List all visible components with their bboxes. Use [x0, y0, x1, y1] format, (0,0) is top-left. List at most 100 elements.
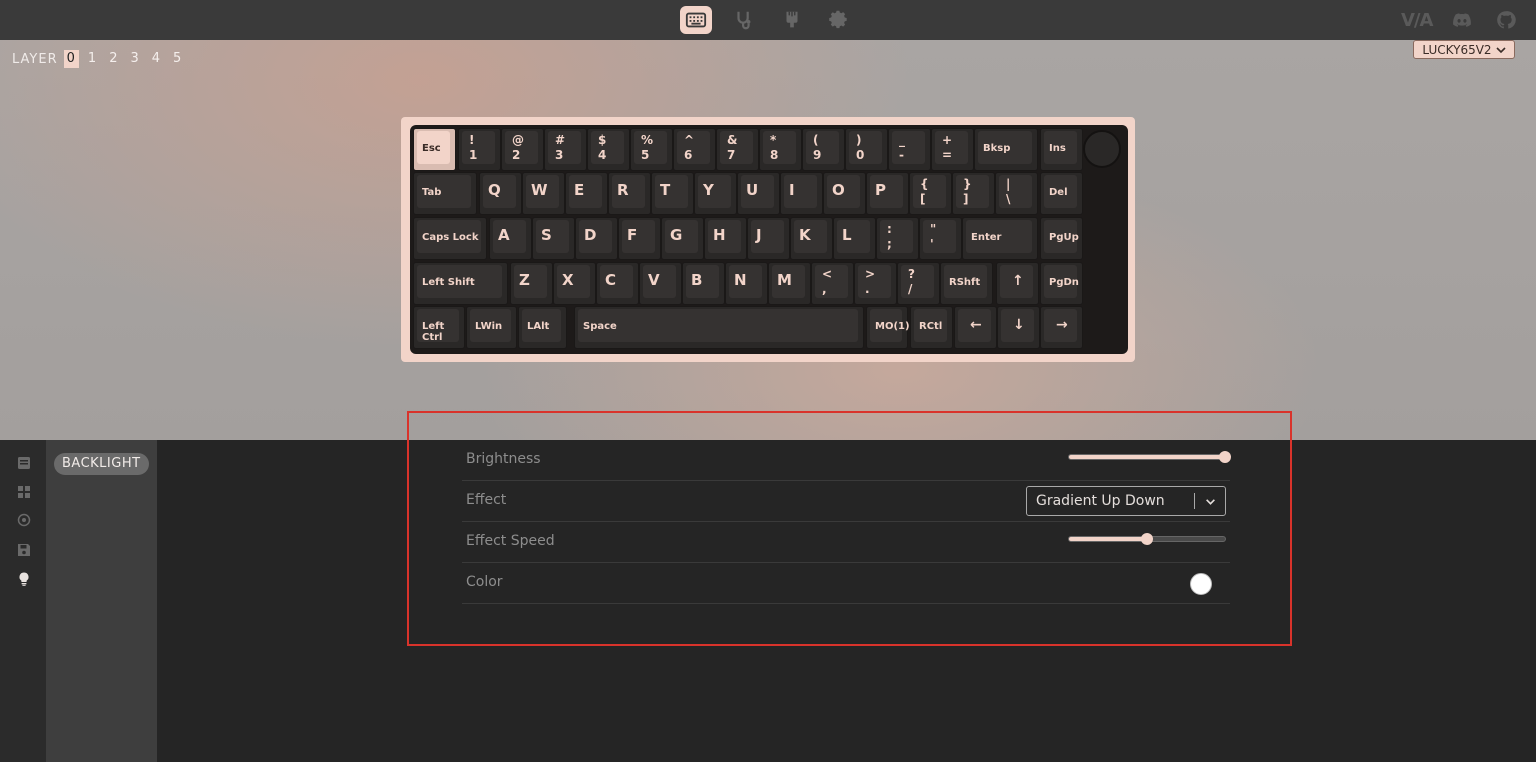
- key-up[interactable]: ↑: [996, 262, 1039, 305]
- key-o[interactable]: O: [823, 172, 866, 215]
- keymap-icon[interactable]: [16, 455, 31, 470]
- key-z[interactable]: Z: [510, 262, 553, 305]
- lighting-icon[interactable]: [16, 571, 31, 586]
- key-q[interactable]: Q: [479, 172, 522, 215]
- color-picker-swatch[interactable]: [1190, 573, 1212, 595]
- tab-backlight[interactable]: BACKLIGHT: [54, 453, 149, 475]
- save-load-icon[interactable]: [16, 542, 31, 557]
- layer-2-button[interactable]: 2: [106, 50, 121, 68]
- key-rshift[interactable]: RShft: [940, 262, 993, 305]
- key-rbracket[interactable]: }]: [952, 172, 995, 215]
- device-dropdown[interactable]: LUCKY65V2: [1413, 40, 1515, 59]
- key-slash[interactable]: ? /: [897, 262, 940, 305]
- key-equal[interactable]: + =: [931, 128, 974, 171]
- key-enter[interactable]: Enter: [962, 217, 1038, 260]
- key-semicolon[interactable]: :;: [876, 217, 919, 260]
- key-left[interactable]: ←: [954, 306, 997, 349]
- key-x[interactable]: X: [553, 262, 596, 305]
- via-logo[interactable]: V/A: [1401, 8, 1433, 32]
- key-p[interactable]: P: [866, 172, 909, 215]
- key-down[interactable]: ↓: [997, 306, 1040, 349]
- keycap: Bksp: [978, 131, 1032, 164]
- keycap: ↑: [1000, 265, 1033, 298]
- key-w[interactable]: W: [522, 172, 565, 215]
- key-del[interactable]: Del: [1040, 172, 1083, 215]
- key-y[interactable]: Y: [694, 172, 737, 215]
- key-label: R: [617, 181, 629, 199]
- key-l[interactable]: L: [833, 217, 876, 260]
- key-right[interactable]: →: [1040, 306, 1083, 349]
- key-5[interactable]: % 5: [630, 128, 673, 171]
- keycap: ? /: [901, 265, 934, 298]
- key-minus[interactable]: _ -: [888, 128, 931, 171]
- key-7[interactable]: & 7: [716, 128, 759, 171]
- effect-speed-slider[interactable]: [1068, 533, 1226, 545]
- layer-1-button[interactable]: 1: [85, 50, 100, 68]
- key-mo1[interactable]: MO(1): [866, 306, 910, 349]
- key-bksp[interactable]: Bksp: [974, 128, 1038, 171]
- key-e[interactable]: E: [565, 172, 608, 215]
- key-u[interactable]: U: [737, 172, 780, 215]
- key-4[interactable]: $4: [587, 128, 630, 171]
- github-icon[interactable]: [1495, 8, 1517, 32]
- layer-0-button[interactable]: 0: [63, 50, 79, 68]
- key-8[interactable]: * 8: [759, 128, 802, 171]
- key-esc[interactable]: Esc: [413, 128, 456, 171]
- effect-speed-slider-thumb[interactable]: [1141, 533, 1153, 545]
- key-tab[interactable]: Tab: [413, 172, 477, 215]
- key-lshift[interactable]: Left Shift: [413, 262, 508, 305]
- key-j[interactable]: J: [747, 217, 790, 260]
- key-backslash[interactable]: | \: [995, 172, 1038, 215]
- key-n[interactable]: N: [725, 262, 768, 305]
- key-i[interactable]: I: [780, 172, 823, 215]
- layer-3-button[interactable]: 3: [127, 50, 142, 68]
- discord-icon[interactable]: [1450, 8, 1474, 32]
- key-lbracket[interactable]: {[: [909, 172, 952, 215]
- design-icon[interactable]: [776, 6, 808, 34]
- key-c[interactable]: C: [596, 262, 639, 305]
- key-6[interactable]: ^ 6: [673, 128, 716, 171]
- key-a[interactable]: A: [489, 217, 532, 260]
- key-k[interactable]: K: [790, 217, 833, 260]
- layer-4-button[interactable]: 4: [149, 50, 164, 68]
- brightness-slider[interactable]: [1068, 451, 1231, 463]
- key-pgdn[interactable]: PgDn: [1040, 262, 1083, 305]
- brightness-slider-thumb[interactable]: [1219, 451, 1231, 463]
- key-g[interactable]: G: [661, 217, 704, 260]
- key-period[interactable]: >.: [854, 262, 897, 305]
- key-pgup[interactable]: PgUp: [1040, 217, 1083, 260]
- keycap: R: [612, 175, 645, 208]
- keyboard-configure-icon[interactable]: [680, 6, 712, 34]
- key-h[interactable]: H: [704, 217, 747, 260]
- key-tester-icon[interactable]: [728, 6, 760, 34]
- effect-dropdown[interactable]: Gradient Up Down: [1026, 486, 1226, 516]
- key-comma[interactable]: <,: [811, 262, 854, 305]
- key-b[interactable]: B: [682, 262, 725, 305]
- key-caps[interactable]: Caps Lock: [413, 217, 487, 260]
- key-label: Del: [1049, 187, 1068, 198]
- layer-5-button[interactable]: 5: [170, 50, 185, 68]
- key-space[interactable]: Space: [574, 306, 864, 349]
- key-m[interactable]: M: [768, 262, 811, 305]
- key-s[interactable]: S: [532, 217, 575, 260]
- key-1[interactable]: ! 1: [458, 128, 501, 171]
- key-rctl[interactable]: RCtl: [910, 306, 953, 349]
- key-9[interactable]: (9: [802, 128, 845, 171]
- settings-gear-icon[interactable]: [823, 6, 855, 34]
- key-3[interactable]: #3: [544, 128, 587, 171]
- key-ins[interactable]: Ins: [1040, 128, 1083, 171]
- key-0[interactable]: ) 0: [845, 128, 888, 171]
- key-v[interactable]: V: [639, 262, 682, 305]
- key-f[interactable]: F: [618, 217, 661, 260]
- key-2[interactable]: @2: [501, 128, 544, 171]
- key-t[interactable]: T: [651, 172, 694, 215]
- rotary-knob[interactable]: [1083, 130, 1121, 168]
- layouts-icon[interactable]: [16, 512, 31, 527]
- key-d[interactable]: D: [575, 217, 618, 260]
- key-lctrl[interactable]: Left Ctrl: [413, 306, 465, 349]
- key-lalt[interactable]: LAlt: [518, 306, 567, 349]
- key-r[interactable]: R: [608, 172, 651, 215]
- key-lwin[interactable]: LWin: [466, 306, 517, 349]
- macros-icon[interactable]: [16, 484, 31, 499]
- key-quote[interactable]: " ': [919, 217, 962, 260]
